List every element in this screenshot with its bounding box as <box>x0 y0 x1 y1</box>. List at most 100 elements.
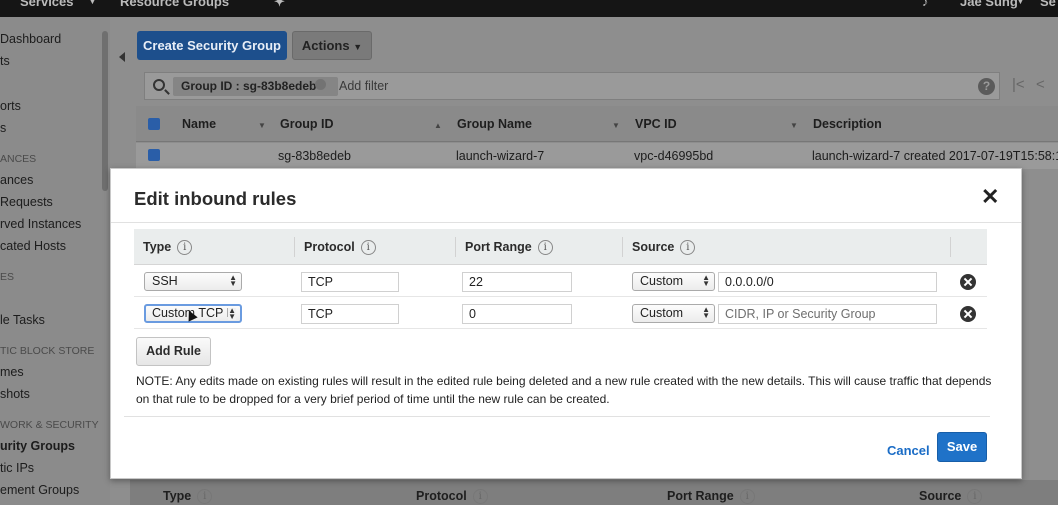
col-type: Type <box>143 240 172 254</box>
sidebar-section-network-security: WORK & SECURITY <box>0 419 99 431</box>
port-range-input[interactable]: 0 <box>462 304 572 324</box>
info-icon[interactable]: i <box>967 489 983 505</box>
sidebar-item-snapshots[interactable]: shots <box>0 387 30 401</box>
divider <box>111 222 1021 223</box>
sidebar-item-instances[interactable]: ances <box>0 173 33 187</box>
info-icon[interactable]: i <box>360 240 376 256</box>
sidebar-item[interactable]: s <box>0 121 6 135</box>
col-protocol: Protocol <box>304 240 355 254</box>
help-icon[interactable]: ? <box>978 78 995 95</box>
create-security-group-button[interactable]: Create Security Group <box>137 31 287 60</box>
column-separator <box>622 237 623 257</box>
add-filter-input[interactable]: Add filter <box>339 79 388 93</box>
sidebar-item-spot-requests[interactable]: Requests <box>0 195 53 209</box>
type-select-value: SSH <box>152 274 178 288</box>
remove-filter-icon[interactable] <box>315 79 326 90</box>
actions-label: Actions <box>301 38 350 53</box>
col-description[interactable]: Description <box>813 117 882 131</box>
port-range-input[interactable]: 22 <box>462 272 572 292</box>
sidebar-scrollbar[interactable] <box>102 31 108 191</box>
details-col-type: Type <box>163 489 192 503</box>
sidebar-item-security-groups[interactable]: urity Groups <box>0 439 75 453</box>
source-input[interactable]: CIDR, IP or Security Group <box>718 304 937 324</box>
info-icon[interactable]: i <box>680 240 696 256</box>
cell-group-name: launch-wizard-7 <box>456 149 545 163</box>
table-header: Name ▼ Group ID ▲ Group Name ▼ VPC ID ▼ … <box>136 106 1058 142</box>
chevron-down-icon: ▼ <box>1016 0 1025 6</box>
col-source: Source <box>632 240 675 254</box>
source-input[interactable]: 0.0.0.0/0 <box>718 272 937 292</box>
sort-icon[interactable]: ▼ <box>790 121 798 130</box>
info-icon[interactable]: i <box>197 489 213 505</box>
user-menu[interactable]: Jae Sung <box>960 0 1018 9</box>
chevron-down-icon: ▼ <box>88 0 97 6</box>
remove-rule-icon[interactable] <box>960 306 976 322</box>
select-arrows-icon: ▲ ▼ <box>229 273 237 288</box>
bell-icon[interactable]: ♪ <box>922 0 929 9</box>
rule-row: SSH ▲ ▼ TCP 22 Custom ▲ ▼ 0.0.0.0/0 <box>134 266 987 297</box>
source-select[interactable]: Custom ▲ ▼ <box>632 304 715 323</box>
table-row[interactable]: sg-83b8edeb launch-wizard-7 vpc-d46995bd… <box>136 143 1058 169</box>
sidebar-section-images: ES <box>0 271 15 283</box>
column-separator <box>455 237 456 257</box>
cell-vpc-id: vpc-d46995bd <box>634 149 714 163</box>
filter-tag: Group ID : sg-83b8edeb <box>173 77 339 96</box>
select-arrows-icon: ▲ ▼ <box>702 305 710 320</box>
protocol-field: TCP <box>301 304 399 324</box>
prev-page-icon[interactable]: < <box>1036 76 1045 93</box>
cancel-button[interactable]: Cancel <box>887 443 930 458</box>
sidebar-section-instances: ANCES <box>0 153 37 165</box>
col-vpc-id[interactable]: VPC ID <box>635 117 677 131</box>
source-select-value: Custom <box>640 306 684 320</box>
sidebar <box>0 17 110 505</box>
select-arrows-icon: ▲ ▼ <box>228 306 236 321</box>
details-col-source: Source <box>919 489 962 503</box>
actions-button[interactable]: Actions ▼ <box>292 31 372 60</box>
services-menu[interactable]: Services <box>20 0 74 9</box>
col-group-id[interactable]: Group ID <box>280 117 333 131</box>
source-select[interactable]: Custom ▲ ▼ <box>632 272 715 291</box>
info-icon[interactable]: i <box>472 489 488 505</box>
close-icon[interactable]: ✕ <box>981 186 999 208</box>
modal-title: Edit inbound rules <box>134 188 297 209</box>
cell-description: launch-wizard-7 created 2017-07-19T15:58… <box>812 149 1058 163</box>
sidebar-item-dashboard[interactable]: Dashboard <box>0 32 61 46</box>
sort-icon[interactable]: ▼ <box>258 121 266 130</box>
pin-icon[interactable]: ✦ <box>274 0 285 10</box>
sidebar-item-dedicated-hosts[interactable]: cated Hosts <box>0 239 66 253</box>
rules-table-header: Type i Protocol i Port Range i Source i <box>134 229 987 265</box>
save-button[interactable]: Save <box>937 432 987 462</box>
sidebar-section-ebs: TIC BLOCK STORE <box>0 345 95 357</box>
sidebar-item-volumes[interactable]: mes <box>0 365 24 379</box>
column-separator <box>950 237 951 257</box>
details-col-protocol: Protocol <box>416 489 467 503</box>
column-separator <box>294 237 295 257</box>
col-port-range: Port Range <box>465 240 532 254</box>
sidebar-item-reserved-instances[interactable]: rved Instances <box>0 217 81 231</box>
sidebar-item[interactable]: orts <box>0 99 21 113</box>
search-bar[interactable]: Group ID : sg-83b8edeb Add filter <box>144 72 1000 100</box>
sidebar-item-elastic-ips[interactable]: tic IPs <box>0 461 34 475</box>
resource-groups-menu[interactable]: Resource Groups <box>120 0 229 9</box>
region-menu[interactable]: Se <box>1040 0 1056 9</box>
source-select-value: Custom <box>640 274 684 288</box>
sidebar-item-bundle-tasks[interactable]: le Tasks <box>0 313 45 327</box>
info-icon[interactable]: i <box>177 240 193 256</box>
rule-row: Custom TCP I ▲ ▼ TCP 0 Custom ▲ ▼ CIDR, IP… <box>134 298 987 329</box>
sort-asc-icon[interactable]: ▲ <box>434 121 442 130</box>
add-rule-button[interactable]: Add Rule <box>136 337 211 366</box>
sort-icon[interactable]: ▼ <box>612 121 620 130</box>
info-icon[interactable]: i <box>537 240 553 256</box>
row-checkbox[interactable] <box>148 149 160 161</box>
select-all-checkbox[interactable] <box>148 118 160 130</box>
info-icon[interactable]: i <box>739 489 755 505</box>
select-arrows-icon: ▲ ▼ <box>702 273 710 288</box>
sidebar-item[interactable]: ts <box>0 54 10 68</box>
collapse-sidebar-icon[interactable] <box>119 52 125 62</box>
type-select[interactable]: SSH ▲ ▼ <box>144 272 242 291</box>
sidebar-item-placement-groups[interactable]: ement Groups <box>0 483 79 497</box>
remove-rule-icon[interactable] <box>960 274 976 290</box>
col-group-name[interactable]: Group Name <box>457 117 532 131</box>
col-name[interactable]: Name <box>182 117 216 131</box>
first-page-icon[interactable]: |< <box>1012 76 1025 93</box>
